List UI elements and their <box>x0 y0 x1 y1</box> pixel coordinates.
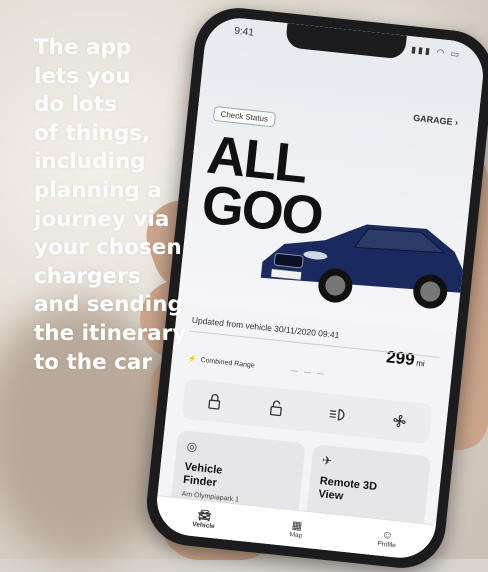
tab-profile[interactable]: ☺ Profile <box>377 528 397 549</box>
tab-map-label: Map <box>289 530 303 539</box>
lock-icon <box>208 393 221 410</box>
fan-icon <box>393 414 406 428</box>
lights-button[interactable] <box>321 398 354 431</box>
vehicle-finder-title: Vehicle Finder <box>182 460 223 490</box>
map-icon: ▦ <box>291 518 303 532</box>
wifi-icon: ◠ <box>435 46 447 58</box>
range-number: 299 <box>385 347 416 370</box>
tab-vehicle-label: Vehicle <box>192 520 216 530</box>
tab-map[interactable]: ▦ Map <box>289 519 304 539</box>
unlock-icon <box>269 400 282 417</box>
ventilation-button[interactable] <box>383 405 416 438</box>
caption-line: of things, <box>34 120 151 146</box>
remote-3d-view-title: Remote 3D View <box>317 475 378 503</box>
unlock-button[interactable] <box>260 392 293 425</box>
battery-icon: ▭ <box>450 48 462 60</box>
caption-line: the itinerary <box>34 320 187 346</box>
caption-line: do lots <box>34 92 117 118</box>
status-time: 9:41 <box>233 25 255 39</box>
caption-line: lets you <box>34 63 131 89</box>
overlay-caption: The app lets you do lots of things, incl… <box>34 34 234 377</box>
caption-line: The app <box>34 35 132 60</box>
tab-vehicle[interactable]: 🚘︎ Vehicle <box>192 509 216 530</box>
satellite-icon: ✈ <box>321 453 333 469</box>
signal-icon: ▮▮▮ <box>410 44 433 57</box>
car-image <box>260 224 465 309</box>
caption-line: your chosen <box>34 235 182 261</box>
range-indicator: — — — <box>290 367 327 379</box>
caption-line: including <box>34 149 146 175</box>
caption-line: planning a <box>34 177 162 203</box>
caption-line: chargers <box>34 263 141 289</box>
lock-button[interactable] <box>198 385 231 418</box>
tab-profile-label: Profile <box>377 539 397 549</box>
caption-line: journey via <box>34 206 170 232</box>
range-unit: mi <box>415 358 426 369</box>
location-icon: ◎ <box>186 438 198 454</box>
headlight-icon <box>329 408 345 421</box>
car-grille <box>273 252 304 269</box>
caption-line: to the car <box>34 349 153 375</box>
caption-line: and sending <box>34 292 183 318</box>
